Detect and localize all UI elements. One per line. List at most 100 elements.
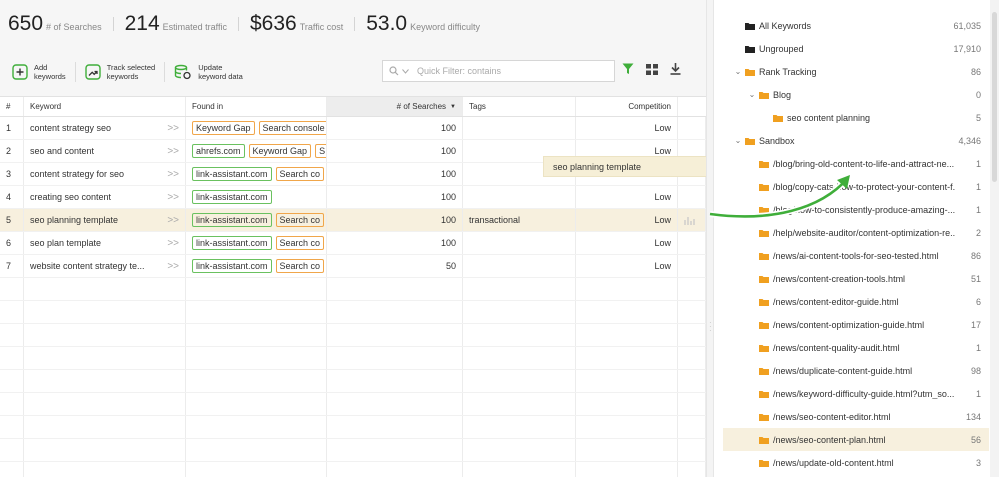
keyword-cell[interactable]: content strategy seo >>: [24, 117, 186, 139]
folder-icon: [759, 321, 769, 329]
keyword-text: seo plan template: [30, 238, 102, 248]
table-row[interactable]: 6 seo plan template >> link-assistant.com Se…: [0, 232, 706, 255]
bar-chart-icon[interactable]: [684, 216, 695, 225]
update-label-1: Update: [198, 63, 223, 72]
empty-cell: [678, 439, 706, 461]
move-to-group-icon[interactable]: >>: [167, 123, 179, 134]
competition-cell: Low: [576, 255, 678, 277]
tree-item[interactable]: ⌄ Sandbox 4,346: [723, 129, 989, 152]
scrollbar[interactable]: [990, 0, 999, 477]
source-chip: Search co: [275, 213, 325, 227]
header-searches[interactable]: # of Searches ▼: [327, 97, 463, 116]
download-icon[interactable]: [670, 63, 681, 75]
folder-icon: [759, 459, 769, 467]
keyword-cell[interactable]: seo and content >>: [24, 140, 186, 162]
table-row[interactable]: 1 content strategy seo >> Keyword Gap Search…: [0, 117, 706, 140]
empty-row: [0, 393, 706, 416]
keyword-cell[interactable]: seo plan template >>: [24, 232, 186, 254]
chevron-down-icon[interactable]: ⌄: [733, 136, 743, 145]
keyword-cell[interactable]: seo planning template >>: [24, 209, 186, 231]
tags-cell[interactable]: [463, 117, 576, 139]
empty-cell: [327, 347, 463, 369]
empty-cell: [186, 439, 327, 461]
scrollbar-thumb[interactable]: [992, 12, 997, 182]
column-grid-icon[interactable]: [646, 63, 658, 75]
tree-item[interactable]: /news/duplicate-content-guide.html 98: [723, 359, 989, 382]
empty-cell: [327, 462, 463, 477]
track-selected-button[interactable]: Track selected keywords: [76, 57, 165, 87]
folder-icon: [745, 22, 755, 30]
row-number: 5: [0, 209, 24, 231]
header-competition[interactable]: Competition: [576, 97, 678, 116]
tree-item[interactable]: /news/content-optimization-guide.html 17: [723, 313, 989, 336]
empty-cell: [327, 301, 463, 323]
tree-item-label: All Keywords: [759, 20, 812, 31]
tags-cell[interactable]: transactional: [463, 209, 576, 231]
tree-item-label: seo content planning: [787, 112, 871, 123]
searches-cell: 50: [327, 255, 463, 277]
table-row[interactable]: 4 creating seo content >> link-assistant.co…: [0, 186, 706, 209]
header-found-in[interactable]: Found in: [186, 97, 327, 116]
quick-filter-placeholder: Quick Filter: contains: [417, 66, 502, 76]
folder-icon: [759, 298, 769, 306]
table-row[interactable]: 5 seo planning template >> link-assistant.c…: [0, 209, 706, 232]
tree-item[interactable]: Ungrouped 17,910: [723, 37, 989, 60]
tree-item[interactable]: ⌄ Blog 0: [723, 83, 989, 106]
keyword-cell[interactable]: website content strategy te... >>: [24, 255, 186, 277]
tree-item[interactable]: /news/update-old-content.html 3: [723, 451, 989, 474]
tree-item-count: 17: [970, 319, 981, 330]
move-to-group-icon[interactable]: >>: [167, 261, 179, 272]
tree-item-label: /news/ai-content-tools-for-seo-tested.ht…: [773, 250, 939, 261]
move-to-group-icon[interactable]: >>: [167, 192, 179, 203]
source-chip: link-assistant.com: [192, 259, 272, 273]
tree-item[interactable]: /news/ai-content-tools-for-seo-tested.ht…: [723, 244, 989, 267]
keyword-cell[interactable]: content strategy for seo >>: [24, 163, 186, 185]
tree-item[interactable]: /news/seo-content-plan.html 56: [723, 428, 989, 451]
add-keywords-button[interactable]: Add keywords: [0, 57, 75, 87]
move-to-group-icon[interactable]: >>: [167, 238, 179, 249]
tags-cell[interactable]: [463, 186, 576, 208]
tree-item[interactable]: /news/keyword-difficulty-guide.html?utm_…: [723, 382, 989, 405]
header-number[interactable]: #: [0, 97, 24, 116]
quick-filter-input[interactable]: Quick Filter: contains: [382, 60, 615, 82]
chevron-down-icon[interactable]: ⌄: [747, 90, 757, 99]
empty-cell: [463, 278, 576, 300]
folder-icon: [759, 436, 769, 444]
empty-row: [0, 278, 706, 301]
empty-cell: [186, 462, 327, 477]
empty-cell: [463, 370, 576, 392]
empty-cell: [576, 324, 678, 346]
move-to-group-icon[interactable]: >>: [167, 146, 179, 157]
move-to-group-icon[interactable]: >>: [167, 215, 179, 226]
tags-cell[interactable]: [463, 232, 576, 254]
panel-splitter[interactable]: · · ·: [706, 0, 714, 477]
table-row[interactable]: 7 website content strategy te... >> link-as…: [0, 255, 706, 278]
stat-label: Estimated traffic: [162, 22, 227, 32]
tree-item[interactable]: /news/content-creation-tools.html 51: [723, 267, 989, 290]
tree-item[interactable]: /news/seo-content-editor.html 134: [723, 405, 989, 428]
move-to-group-icon[interactable]: >>: [167, 169, 179, 180]
empty-cell: [24, 393, 186, 415]
tree-item[interactable]: ⌄ Rank Tracking 86: [723, 60, 989, 83]
empty-cell: [576, 462, 678, 477]
tree-item[interactable]: /news/content-quality-audit.html 1: [723, 336, 989, 359]
tree-item[interactable]: seo content planning 5: [723, 106, 989, 129]
empty-cell: [327, 370, 463, 392]
tree-item[interactable]: All Keywords 61,035: [723, 14, 989, 37]
stat-difficulty: 53.0 Keyword difficulty: [366, 12, 480, 36]
chevron-down-icon[interactable]: ⌄: [733, 67, 743, 76]
empty-cell: [24, 324, 186, 346]
chevron-down-icon[interactable]: [402, 68, 409, 74]
tree-item[interactable]: /news/content-editor-guide.html 6: [723, 290, 989, 313]
header-keyword[interactable]: Keyword: [24, 97, 186, 116]
empty-row: [0, 439, 706, 462]
header-extra: [678, 97, 706, 116]
stat-value: 53.0: [366, 12, 408, 35]
update-keyword-data-button[interactable]: Update keyword data: [165, 57, 252, 87]
tree-item-label: /news/seo-content-editor.html: [773, 411, 891, 422]
stat-label: Keyword difficulty: [410, 22, 480, 32]
filter-icon[interactable]: [622, 63, 634, 75]
tags-cell[interactable]: [463, 255, 576, 277]
keyword-cell[interactable]: creating seo content >>: [24, 186, 186, 208]
header-tags[interactable]: Tags: [463, 97, 576, 116]
